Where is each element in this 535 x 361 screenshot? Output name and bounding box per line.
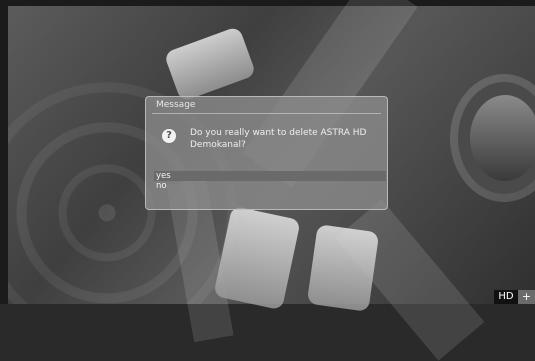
message-dialog: Message ? Do you really want to delete A… [145, 96, 388, 210]
plus-badge: + [518, 290, 535, 304]
screen-frame-top [0, 0, 535, 6]
question-icon: ? [162, 129, 176, 143]
dialog-options: yes no [154, 171, 386, 191]
dialog-title-divider [152, 113, 381, 114]
option-no[interactable]: no [154, 181, 386, 191]
hd-badge: HD [494, 290, 518, 304]
background-car [306, 224, 380, 312]
option-yes[interactable]: yes [154, 171, 386, 181]
dialog-message: Do you really want to delete ASTRA HD De… [190, 128, 367, 150]
dialog-title: Message [156, 100, 196, 110]
screen-frame-left [0, 0, 8, 304]
background-lens [470, 95, 535, 181]
